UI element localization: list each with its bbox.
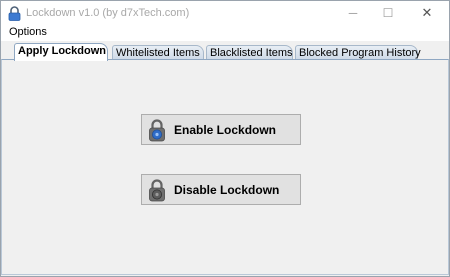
- tab-blacklisted-items[interactable]: Blacklisted Items: [206, 45, 293, 60]
- tab-blocked-program-history[interactable]: Blocked Program History: [295, 45, 421, 60]
- padlock-app-icon: [8, 6, 21, 21]
- apply-lockdown-panel: Enable Lockdown Disable Lockdown: [1, 59, 449, 275]
- blue-padlock-icon: [149, 119, 165, 142]
- minimize-button[interactable]: ─: [337, 1, 369, 25]
- application-window: Lockdown v1.0 (by d7xTech.com) ─ ☐ ✕ Opt…: [0, 0, 450, 277]
- client-area: Apply Lockdown Whitelisted Items Blackli…: [1, 41, 449, 276]
- title-bar[interactable]: Lockdown v1.0 (by d7xTech.com) ─ ☐ ✕: [1, 1, 449, 25]
- enable-lockdown-label: Enable Lockdown: [174, 123, 277, 137]
- enable-lockdown-button[interactable]: Enable Lockdown: [141, 114, 301, 145]
- tab-whitelisted-items[interactable]: Whitelisted Items: [112, 45, 204, 60]
- disable-lockdown-label: Disable Lockdown: [174, 183, 280, 197]
- disable-lockdown-button[interactable]: Disable Lockdown: [141, 174, 301, 205]
- window-title: Lockdown v1.0 (by d7xTech.com): [26, 7, 190, 19]
- gray-padlock-icon: [149, 179, 165, 202]
- tab-apply-lockdown[interactable]: Apply Lockdown: [14, 43, 108, 61]
- close-button[interactable]: ✕: [411, 1, 443, 25]
- maximize-button[interactable]: ☐: [372, 1, 404, 25]
- menu-bar: Options: [1, 25, 449, 41]
- menu-options[interactable]: Options: [9, 26, 47, 38]
